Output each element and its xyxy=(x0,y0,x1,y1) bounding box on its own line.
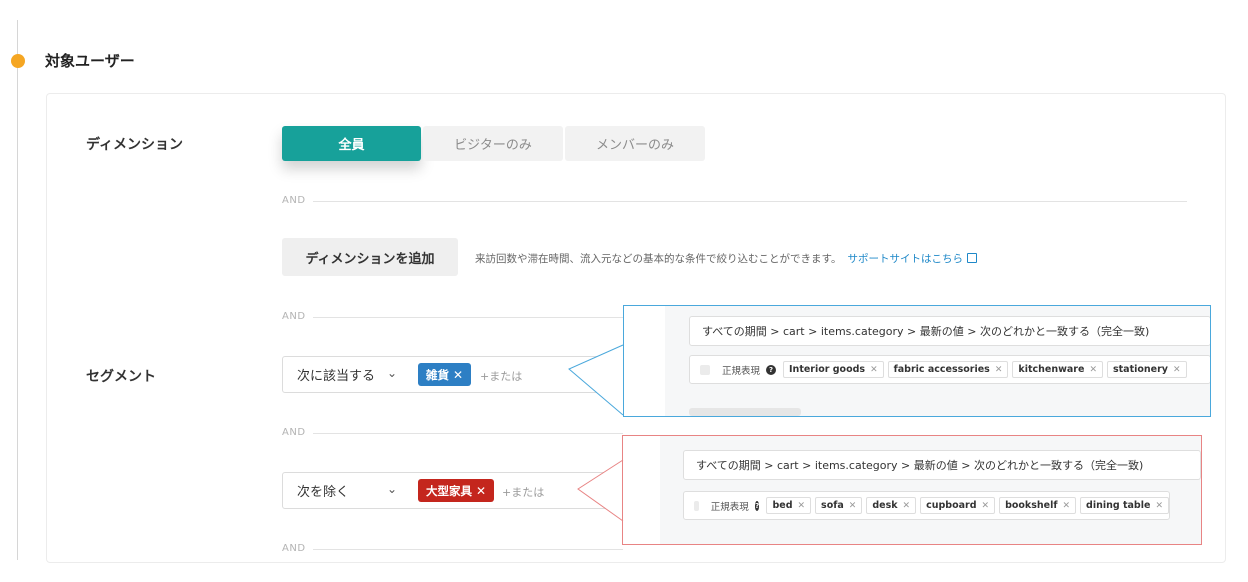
tab-visitors-only[interactable]: ビジターのみ xyxy=(423,126,563,161)
and-divider-label: AND xyxy=(282,195,306,206)
and-divider-label: AND xyxy=(282,543,306,554)
add-or-condition[interactable]: +または xyxy=(502,484,544,500)
segment-label: セグメント xyxy=(86,369,156,385)
external-link-icon[interactable] xyxy=(966,253,977,263)
segment-chip[interactable]: 雑貨 ✕ xyxy=(418,363,472,386)
remove-icon[interactable]: ✕ xyxy=(476,484,486,498)
callout-frame-blue xyxy=(623,305,1211,417)
chip-label: 大型家具 xyxy=(426,483,472,498)
chip-label: 雑貨 xyxy=(426,367,449,382)
support-link[interactable]: サポートサイトはこちら xyxy=(847,253,963,265)
remove-icon[interactable]: ✕ xyxy=(453,368,463,382)
chevron-down-icon[interactable]: ⌄ xyxy=(387,366,397,380)
segment-chip[interactable]: 大型家具 ✕ xyxy=(418,479,495,502)
dimension-hint: 来訪回数や滞在時間、流入元などの基本的な条件で絞り込むことができます。 サポートサ… xyxy=(475,251,977,266)
chevron-down-icon[interactable]: ⌄ xyxy=(387,482,397,496)
segment-operator-value: 次を除く xyxy=(297,485,350,500)
add-dimension-button[interactable]: ディメンションを追加 xyxy=(282,238,458,276)
tab-all[interactable]: 全員 xyxy=(282,126,421,161)
and-divider-label: AND xyxy=(282,311,306,322)
and-divider-line xyxy=(313,201,1187,202)
timeline-line xyxy=(17,20,18,560)
tab-members-only[interactable]: メンバーのみ xyxy=(565,126,705,161)
and-divider-label: AND xyxy=(282,427,306,438)
add-or-condition[interactable]: +または xyxy=(480,368,522,384)
segment-operator-value: 次に該当する xyxy=(297,369,376,384)
step-dot-icon xyxy=(11,54,25,68)
hint-text: 来訪回数や滞在時間、流入元などの基本的な条件で絞り込むことができます。 xyxy=(475,253,842,265)
callout-pointers xyxy=(568,344,624,522)
callout-pointer-red xyxy=(577,459,624,522)
callout-pointer-blue xyxy=(568,344,624,416)
dimension-label: ディメンション xyxy=(86,137,184,153)
callout-frame-red xyxy=(622,435,1202,545)
section-title: 対象ユーザー xyxy=(45,52,135,70)
